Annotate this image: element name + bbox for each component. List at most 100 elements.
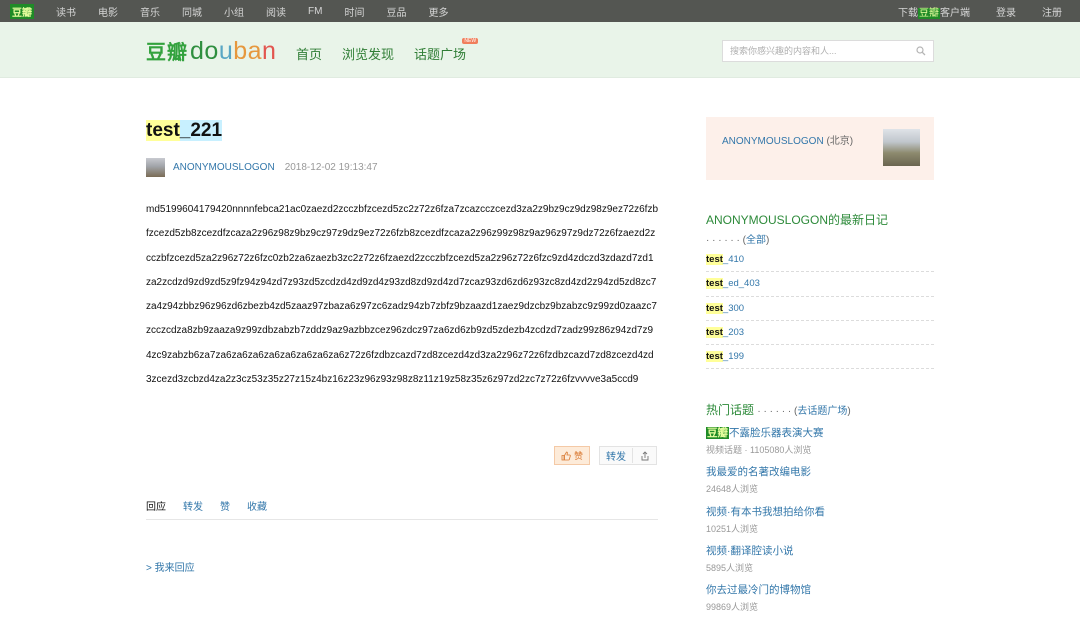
topics-sub-pre: · · · · · · ( bbox=[757, 406, 798, 417]
tab-reshares[interactable]: 转发 bbox=[183, 498, 203, 519]
global-nav-fm[interactable]: FM bbox=[308, 6, 322, 17]
download-hl: 豆瓣 bbox=[918, 7, 940, 19]
diary-item[interactable]: test _203 bbox=[706, 321, 934, 346]
author-name[interactable]: ANONYMOUSLOGON bbox=[173, 162, 275, 173]
login-link[interactable]: 登录 bbox=[996, 4, 1016, 19]
topic-item: 你去过最冷门的博物馆 99869人浏览 bbox=[706, 582, 934, 619]
diary-title-rest: _ed_403 bbox=[722, 278, 760, 290]
thumbs-up-icon bbox=[561, 451, 571, 460]
profile-location: (北京) bbox=[826, 136, 854, 147]
global-nav-reading[interactable]: 阅读 bbox=[266, 4, 286, 19]
diary-item[interactable]: test _300 bbox=[706, 297, 934, 321]
topic-meta: 99869人浏览 bbox=[706, 602, 759, 613]
note-body: md5199604179420nnnnfebca21ac0zaezd2zcczb… bbox=[146, 204, 659, 386]
note-title: test_221 bbox=[146, 120, 223, 142]
diary-keyword: test bbox=[706, 278, 723, 290]
profile-name-line: ANONYMOUSLOGON (北京) bbox=[722, 132, 853, 147]
diary-list: test _410 test _ed_403 test _300 test _203 t… bbox=[706, 248, 934, 370]
topic-item: 视频·翻译腔读小说 5895人浏览 bbox=[706, 543, 934, 582]
topic-title[interactable]: 视频·翻译腔读小说 bbox=[706, 543, 934, 558]
diary-item[interactable]: test _410 bbox=[706, 248, 934, 273]
topic-title-text: 不露脸乐器表演大赛 bbox=[729, 427, 824, 439]
topic-title[interactable]: 视频·有本书我想拍给你看 bbox=[706, 504, 934, 519]
tab-likes[interactable]: 赞 bbox=[220, 498, 230, 519]
global-nav-movie[interactable]: 电影 bbox=[98, 4, 118, 19]
nav-home[interactable]: 首页 bbox=[296, 44, 322, 63]
author-line: ANONYMOUSLOGON 2018-12-02 19:13:47 bbox=[146, 158, 378, 177]
global-nav-market[interactable]: 豆品 bbox=[386, 4, 406, 19]
global-nav: 豆瓣 读书 电影 音乐 同城 小组 阅读 FM 时间 豆品 更多 bbox=[10, 0, 470, 22]
diary-title-rest: _300 bbox=[722, 302, 745, 314]
diary-title-rest: _199 bbox=[722, 351, 745, 363]
hot-topics-title: 热门话题 bbox=[706, 403, 755, 417]
like-button[interactable]: 赞 bbox=[554, 446, 590, 465]
global-nav-more[interactable]: 更多 bbox=[428, 4, 448, 19]
download-app-link[interactable]: 下载豆瓣客户端 bbox=[898, 4, 970, 19]
douban-mini-logo[interactable]: 豆瓣 bbox=[10, 3, 34, 19]
brand-cn: 豆瓣 bbox=[146, 42, 188, 64]
topics-sub-post: ) bbox=[847, 406, 851, 417]
topic-meta: 5895人浏览 bbox=[706, 562, 754, 573]
topic-item: 豆瓣不露脸乐器表演大赛 视频话题 · 1105080人浏览 bbox=[706, 425, 934, 464]
topic-meta: 10251人浏览 bbox=[706, 523, 759, 534]
diary-sub-post: ) bbox=[765, 235, 770, 246]
brand-en-1: do bbox=[190, 37, 219, 65]
search-box bbox=[722, 40, 934, 62]
profile-avatar[interactable] bbox=[883, 129, 920, 166]
diary-title-rest: _203 bbox=[722, 327, 745, 339]
global-nav-bar: 豆瓣 读书 电影 音乐 同城 小组 阅读 FM 时间 豆品 更多 下载豆瓣客户端… bbox=[0, 0, 1080, 22]
global-nav-time[interactable]: 时间 bbox=[344, 4, 364, 19]
nav-topics-label: 话题广场 bbox=[414, 47, 467, 62]
add-reply-link[interactable]: > 我来回应 bbox=[146, 559, 195, 574]
latest-diary-title: ANONYMOUSLOGON的最新日记 bbox=[706, 213, 889, 227]
topic-title[interactable]: 豆瓣不露脸乐器表演大赛 bbox=[706, 425, 934, 440]
account-links: 下载豆瓣客户端 登录 注册 bbox=[872, 0, 1062, 22]
share-out-button[interactable] bbox=[633, 450, 656, 461]
search-input[interactable] bbox=[730, 41, 915, 61]
global-nav-group[interactable]: 小组 bbox=[224, 4, 244, 19]
reshare-button[interactable]: 转发 bbox=[600, 448, 633, 463]
reaction-tabs: 回应 转发 赞 收藏 bbox=[146, 498, 658, 520]
diary-item[interactable]: test _ed_403 bbox=[706, 272, 934, 297]
topic-item: 我最爱的名著改编电影 24648人浏览 bbox=[706, 464, 934, 503]
register-link[interactable]: 注册 bbox=[1042, 4, 1062, 19]
brand-en-4: n bbox=[262, 37, 277, 65]
title-highlight: test bbox=[146, 120, 180, 141]
topic-square-link[interactable]: 去话题广场 bbox=[797, 406, 847, 417]
global-nav-local[interactable]: 同城 bbox=[182, 4, 202, 19]
author-avatar[interactable] bbox=[146, 158, 165, 177]
hot-topics-list: 豆瓣不露脸乐器表演大赛 视频话题 · 1105080人浏览 我最爱的名著改编电影… bbox=[706, 425, 934, 619]
topic-meta: 24648人浏览 bbox=[706, 484, 759, 495]
hot-topics-title-line: 热门话题 · · · · · · (去话题广场) bbox=[706, 401, 851, 418]
main-nav: 首页 浏览发现 话题广场 NEW bbox=[296, 38, 486, 63]
nav-explore[interactable]: 浏览发现 bbox=[342, 44, 394, 63]
global-nav-music[interactable]: 音乐 bbox=[140, 4, 160, 19]
share-button-group: 转发 bbox=[599, 446, 657, 465]
post-timestamp: 2018-12-02 19:13:47 bbox=[284, 162, 378, 173]
author-profile-card: ANONYMOUSLOGON (北京) bbox=[706, 117, 934, 180]
share-icon bbox=[641, 450, 648, 460]
diary-keyword: test bbox=[706, 302, 723, 314]
diary-title-rest: _410 bbox=[722, 254, 745, 266]
douban-logo[interactable]: 豆瓣 douban bbox=[146, 36, 276, 66]
new-badge: NEW bbox=[462, 38, 479, 44]
topic-highlight: 豆瓣 bbox=[706, 427, 729, 439]
search-icon[interactable] bbox=[916, 46, 926, 56]
tab-collect[interactable]: 收藏 bbox=[247, 498, 267, 519]
global-nav-read[interactable]: 读书 bbox=[56, 4, 76, 19]
profile-name[interactable]: ANONYMOUSLOGON bbox=[722, 136, 824, 147]
hot-topics-sub: · · · · · · (去话题广场) bbox=[757, 406, 850, 417]
diary-keyword: test bbox=[706, 254, 723, 266]
topic-title[interactable]: 我最爱的名著改编电影 bbox=[706, 464, 934, 479]
tab-replies[interactable]: 回应 bbox=[146, 498, 166, 519]
nav-topics[interactable]: 话题广场 NEW bbox=[414, 38, 479, 63]
like-label: 赞 bbox=[573, 451, 583, 461]
topic-title[interactable]: 你去过最冷门的博物馆 bbox=[706, 582, 934, 597]
diary-item[interactable]: test _199 bbox=[706, 345, 934, 370]
brand-en-2: u bbox=[218, 37, 234, 65]
title-rest: _221 bbox=[179, 120, 223, 141]
diary-sub-pre: · · · · · · ( bbox=[706, 235, 746, 246]
brand-en-3: ba bbox=[233, 37, 263, 65]
all-diaries-link[interactable]: 全部 bbox=[746, 235, 766, 246]
topic-meta: 视频话题 · 1105080人浏览 bbox=[706, 445, 812, 455]
